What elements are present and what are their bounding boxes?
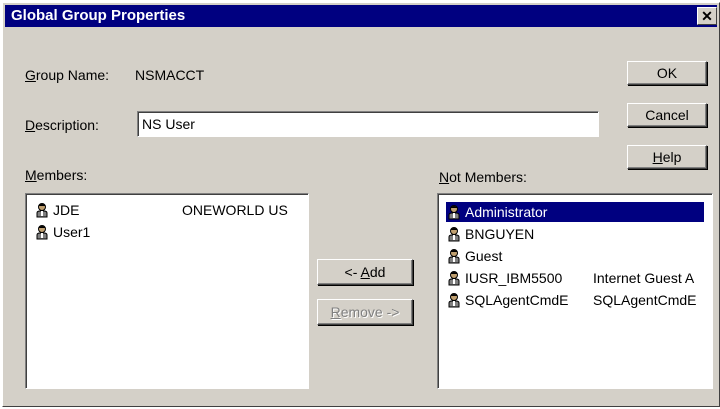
description-field[interactable]	[137, 111, 599, 137]
not-members-label: Not Members:	[439, 169, 527, 185]
group-name-label: Group Name:	[25, 67, 110, 83]
window-title: Global Group Properties	[11, 7, 186, 24]
list-item[interactable]: IUSR_IBM5500 Internet Guest A	[446, 268, 704, 288]
user-icon	[36, 225, 48, 240]
user-icon	[448, 249, 460, 264]
list-item[interactable]: User1	[34, 222, 304, 242]
list-item-name: JDE	[53, 202, 80, 218]
list-item-description: ONEWORLD US	[182, 202, 288, 218]
list-item-name: SQLAgentCmdE	[465, 292, 569, 308]
list-item[interactable]: BNGUYEN	[446, 224, 704, 244]
title-bar: Global Group Properties ✕	[5, 5, 717, 27]
user-icon	[448, 205, 460, 220]
description-input[interactable]	[138, 112, 598, 136]
list-item[interactable]: Administrator	[446, 202, 704, 222]
list-item-description: Internet Guest A	[593, 270, 695, 286]
list-item-name: BNGUYEN	[465, 226, 535, 242]
user-icon	[448, 271, 460, 286]
members-list[interactable]: JDE ONEWORLD US User1	[25, 193, 309, 389]
close-icon: ✕	[701, 8, 713, 24]
list-item[interactable]: JDE ONEWORLD US	[34, 200, 304, 220]
user-icon	[36, 203, 48, 218]
list-item[interactable]: SQLAgentCmdE SQLAgentCmdE	[446, 290, 704, 310]
list-item-name: IUSR_IBM5500	[465, 270, 563, 286]
list-item[interactable]: Guest	[446, 246, 704, 266]
add-button[interactable]: <- Add	[317, 259, 413, 285]
group-name-value: NSMACCT	[135, 67, 205, 83]
members-label: Members:	[25, 167, 88, 183]
cancel-button[interactable]: Cancel	[627, 103, 707, 127]
description-label: Description:	[25, 117, 99, 133]
help-button[interactable]: Help	[627, 145, 707, 169]
not-members-list[interactable]: Administrator BNGUYEN Guest IUSR_IBM5500 Int…	[437, 193, 713, 389]
list-item-description: SQLAgentCmdE	[593, 292, 697, 308]
user-icon	[448, 293, 460, 308]
remove-button[interactable]: Remove ->	[317, 299, 413, 325]
list-item-name: Guest	[465, 248, 503, 264]
list-item-name: Administrator	[465, 204, 548, 220]
dialog-window: Global Group Properties ✕ Group Name: NS…	[2, 2, 720, 407]
user-icon	[448, 227, 460, 242]
list-item-name: User1	[53, 224, 91, 240]
ok-button[interactable]: OK	[627, 61, 707, 85]
close-button[interactable]: ✕	[697, 7, 717, 25]
